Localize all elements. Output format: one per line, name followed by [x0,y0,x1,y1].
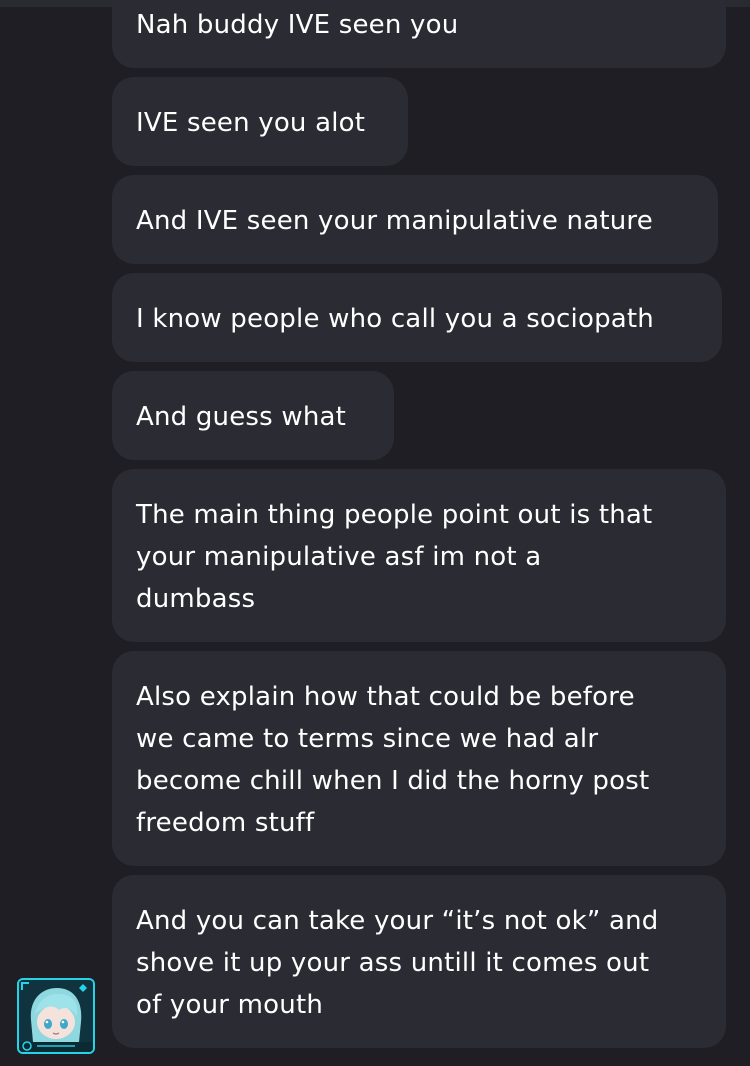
message-line: shove it up your ass untill it comes out [136,948,650,978]
message-bubble: I know people who call you a sociopath [112,273,722,362]
message-line: your manipulative asf im not a [136,542,542,572]
message-line: dumbass [136,584,256,614]
message-line: And IVE seen your manipulative nature [136,206,653,236]
message-bubble: The main thing people point out is that … [112,469,726,642]
avatar[interactable] [17,978,95,1054]
message-line: And you can take your “it’s not ok” and [136,906,659,936]
message-line: of your mouth [136,990,324,1020]
message-bubble: Nah buddy IVE seen you [112,0,726,68]
message-bubble: And IVE seen your manipulative nature [112,175,718,264]
message-bubble: And you can take your “it’s not ok” and … [112,875,726,1048]
message-line: we came to terms since we had alr [136,724,599,754]
message-line: IVE seen you alot [136,108,366,138]
message-line: freedom stuff [136,808,315,838]
message-bubble: And guess what [112,371,394,460]
chat-message-list[interactable]: Nah buddy IVE seen you IVE seen you alot… [0,0,750,1066]
message-bubble: Also explain how that could be before we… [112,651,726,866]
message-line: The main thing people point out is that [136,500,653,530]
anime-character-avatar-icon [19,980,93,1052]
message-line: I know people who call you a sociopath [136,304,654,334]
message-bubble: IVE seen you alot [112,77,408,166]
message-line: become chill when I did the horny post [136,766,650,796]
message-line: Also explain how that could be before [136,682,635,712]
message-line: Nah buddy IVE seen you [136,10,459,40]
message-line: And guess what [136,402,347,432]
